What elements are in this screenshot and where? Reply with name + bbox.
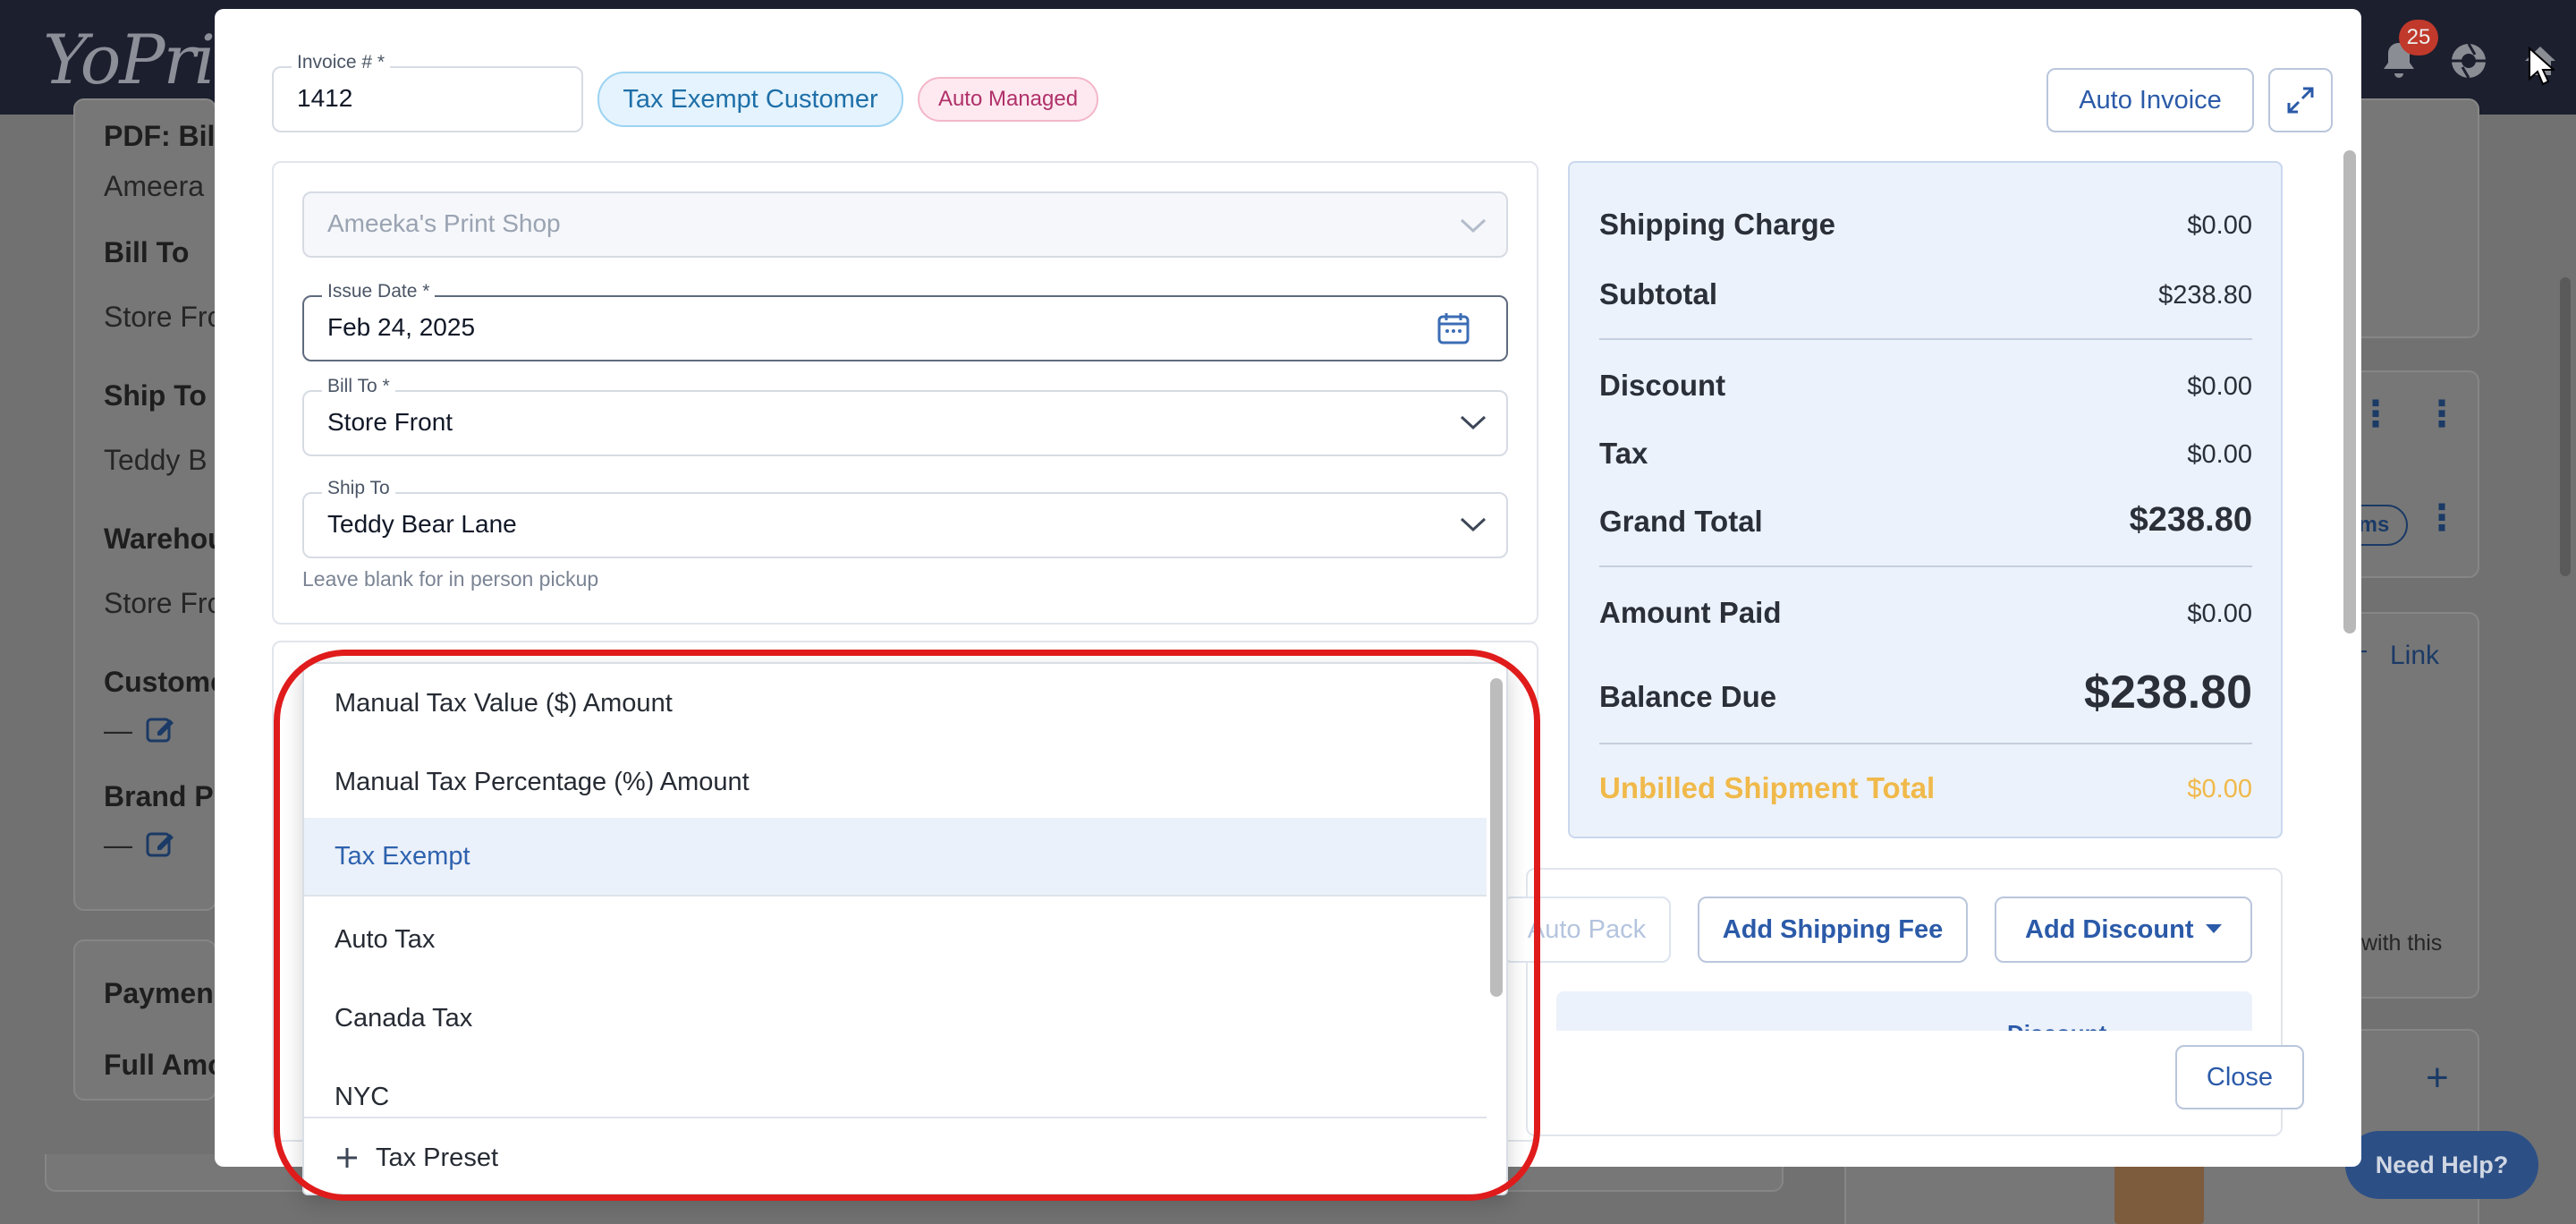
unbilled-shipment-value: $0.00 xyxy=(2187,775,2252,803)
add-discount-label: Add Discount xyxy=(2025,914,2194,944)
bill-to-text: Store Fro xyxy=(104,301,224,333)
illustration-image xyxy=(2114,1163,2204,1224)
warehouse-text: Store Fro xyxy=(104,587,224,619)
issue-date-label: Issue Date * xyxy=(322,281,436,302)
subtotal-label: Subtotal xyxy=(1599,277,1717,310)
balance-due-value: $238.80 xyxy=(2084,667,2252,718)
link-button[interactable]: Link xyxy=(2390,641,2439,671)
issue-date-field[interactable] xyxy=(302,295,1508,361)
summary-divider xyxy=(1599,565,2252,567)
add-icon[interactable]: + xyxy=(2426,1056,2449,1101)
shipping-charge-value: $0.00 xyxy=(2187,211,2252,240)
bill-to-select[interactable] xyxy=(302,390,1508,456)
discount-value: $0.00 xyxy=(2187,372,2252,401)
plus-icon xyxy=(335,1145,360,1170)
tax-value: $0.00 xyxy=(2187,440,2252,469)
chevron-down-icon[interactable] xyxy=(1458,510,1488,541)
balance-due-label: Balance Due xyxy=(1599,680,1777,713)
expand-icon[interactable] xyxy=(2268,68,2333,132)
tax-exempt-customer-badge: Tax Exempt Customer xyxy=(597,72,903,127)
issue-date-value[interactable]: Feb 24, 2025 xyxy=(327,313,475,342)
add-shipping-fee-button[interactable]: Add Shipping Fee xyxy=(1698,897,1968,963)
customer-heading: Custome xyxy=(104,666,226,698)
auto-pack-button[interactable]: Auto Pack xyxy=(1503,897,1671,963)
caret-down-icon xyxy=(2204,922,2224,940)
summary-divider xyxy=(1599,743,2252,744)
amount-paid-value: $0.00 xyxy=(2187,599,2252,628)
auto-invoice-button[interactable]: Auto Invoice xyxy=(2046,68,2254,132)
full-amount-heading: Full Amo xyxy=(104,1049,225,1081)
discount-label: Discount xyxy=(1599,369,1726,402)
more-vertical-icon[interactable]: ⋮ xyxy=(2424,497,2460,551)
brand-value: — xyxy=(104,829,132,861)
helper-text: with this xyxy=(2361,931,2443,956)
shop-select-value: Ameeka's Print Shop xyxy=(327,209,561,237)
tax-label: Tax xyxy=(1599,437,1648,470)
brand-heading: Brand Pr xyxy=(104,780,225,812)
customer-name: Ameera xyxy=(104,170,205,202)
ship-to-helper-text: Leave blank for in person pickup xyxy=(302,567,599,591)
shipping-charge-label: Shipping Charge xyxy=(1599,208,1835,241)
bill-to-value: Store Front xyxy=(327,408,453,436)
subtotal-value: $238.80 xyxy=(2158,281,2252,310)
warehouse-heading: Warehou xyxy=(104,523,225,555)
tax-preset-label: Tax Preset xyxy=(376,1143,498,1172)
payment-heading: Paymen xyxy=(104,977,214,1009)
bill-to-label: Bill To * xyxy=(322,376,395,397)
mouse-cursor-icon xyxy=(2528,46,2556,90)
ship-to-heading: Ship To xyxy=(104,379,207,412)
need-help-button[interactable]: Need Help? xyxy=(2345,1131,2538,1199)
invoice-summary-panel xyxy=(1568,161,2283,838)
invoice-number-value[interactable]: 1412 xyxy=(297,84,352,113)
notification-count-badge: 25 xyxy=(2399,20,2438,55)
unbilled-shipment-label: Unbilled Shipment Total xyxy=(1599,771,1936,804)
dropdown-scrollbar[interactable] xyxy=(1490,678,1503,997)
add-tax-preset-button[interactable]: Tax Preset xyxy=(304,1117,1487,1194)
edit-icon[interactable] xyxy=(145,714,175,744)
dropdown-option-tax-exempt[interactable]: Tax Exempt xyxy=(304,818,1487,897)
invoice-number-label: Invoice # * xyxy=(292,52,391,73)
grand-total-value: $238.80 xyxy=(2129,501,2252,539)
chevron-down-icon[interactable] xyxy=(1458,408,1488,439)
more-vertical-icon[interactable]: ⋮ xyxy=(2424,394,2460,447)
line-items-table-header: Discount xyxy=(1556,991,2252,1031)
dropdown-option-auto-tax[interactable]: Auto Tax xyxy=(304,900,1487,979)
auto-managed-badge: Auto Managed xyxy=(918,77,1098,122)
tax-type-dropdown: Manual Tax Value ($) Amount Manual Tax P… xyxy=(302,662,1508,1195)
edit-icon[interactable] xyxy=(145,829,175,859)
ship-to-text: Teddy B xyxy=(104,444,208,476)
calendar-icon[interactable] xyxy=(1436,311,1470,350)
bill-to-heading: Bill To xyxy=(104,236,190,268)
discount-column-header: Discount xyxy=(2007,1020,2106,1031)
aperture-icon[interactable] xyxy=(2444,36,2494,86)
grand-total-label: Grand Total xyxy=(1599,505,1763,538)
page-scrollbar[interactable] xyxy=(2560,277,2571,576)
customer-value: — xyxy=(104,714,132,746)
amount-paid-label: Amount Paid xyxy=(1599,596,1782,629)
pdf-bill-label: PDF: Bill xyxy=(104,120,224,152)
ship-to-label: Ship To xyxy=(322,478,395,499)
chevron-down-icon xyxy=(1458,211,1488,242)
dropdown-option-manual-tax-value[interactable]: Manual Tax Value ($) Amount xyxy=(304,664,1487,743)
ship-to-value: Teddy Bear Lane xyxy=(327,510,517,538)
dropdown-option-canada-tax[interactable]: Canada Tax xyxy=(304,979,1487,1058)
summary-divider xyxy=(1599,338,2252,340)
dropdown-option-manual-tax-percentage[interactable]: Manual Tax Percentage (%) Amount xyxy=(304,743,1487,821)
modal-scrollbar[interactable] xyxy=(2343,150,2356,633)
close-button[interactable]: Close xyxy=(2175,1045,2304,1109)
